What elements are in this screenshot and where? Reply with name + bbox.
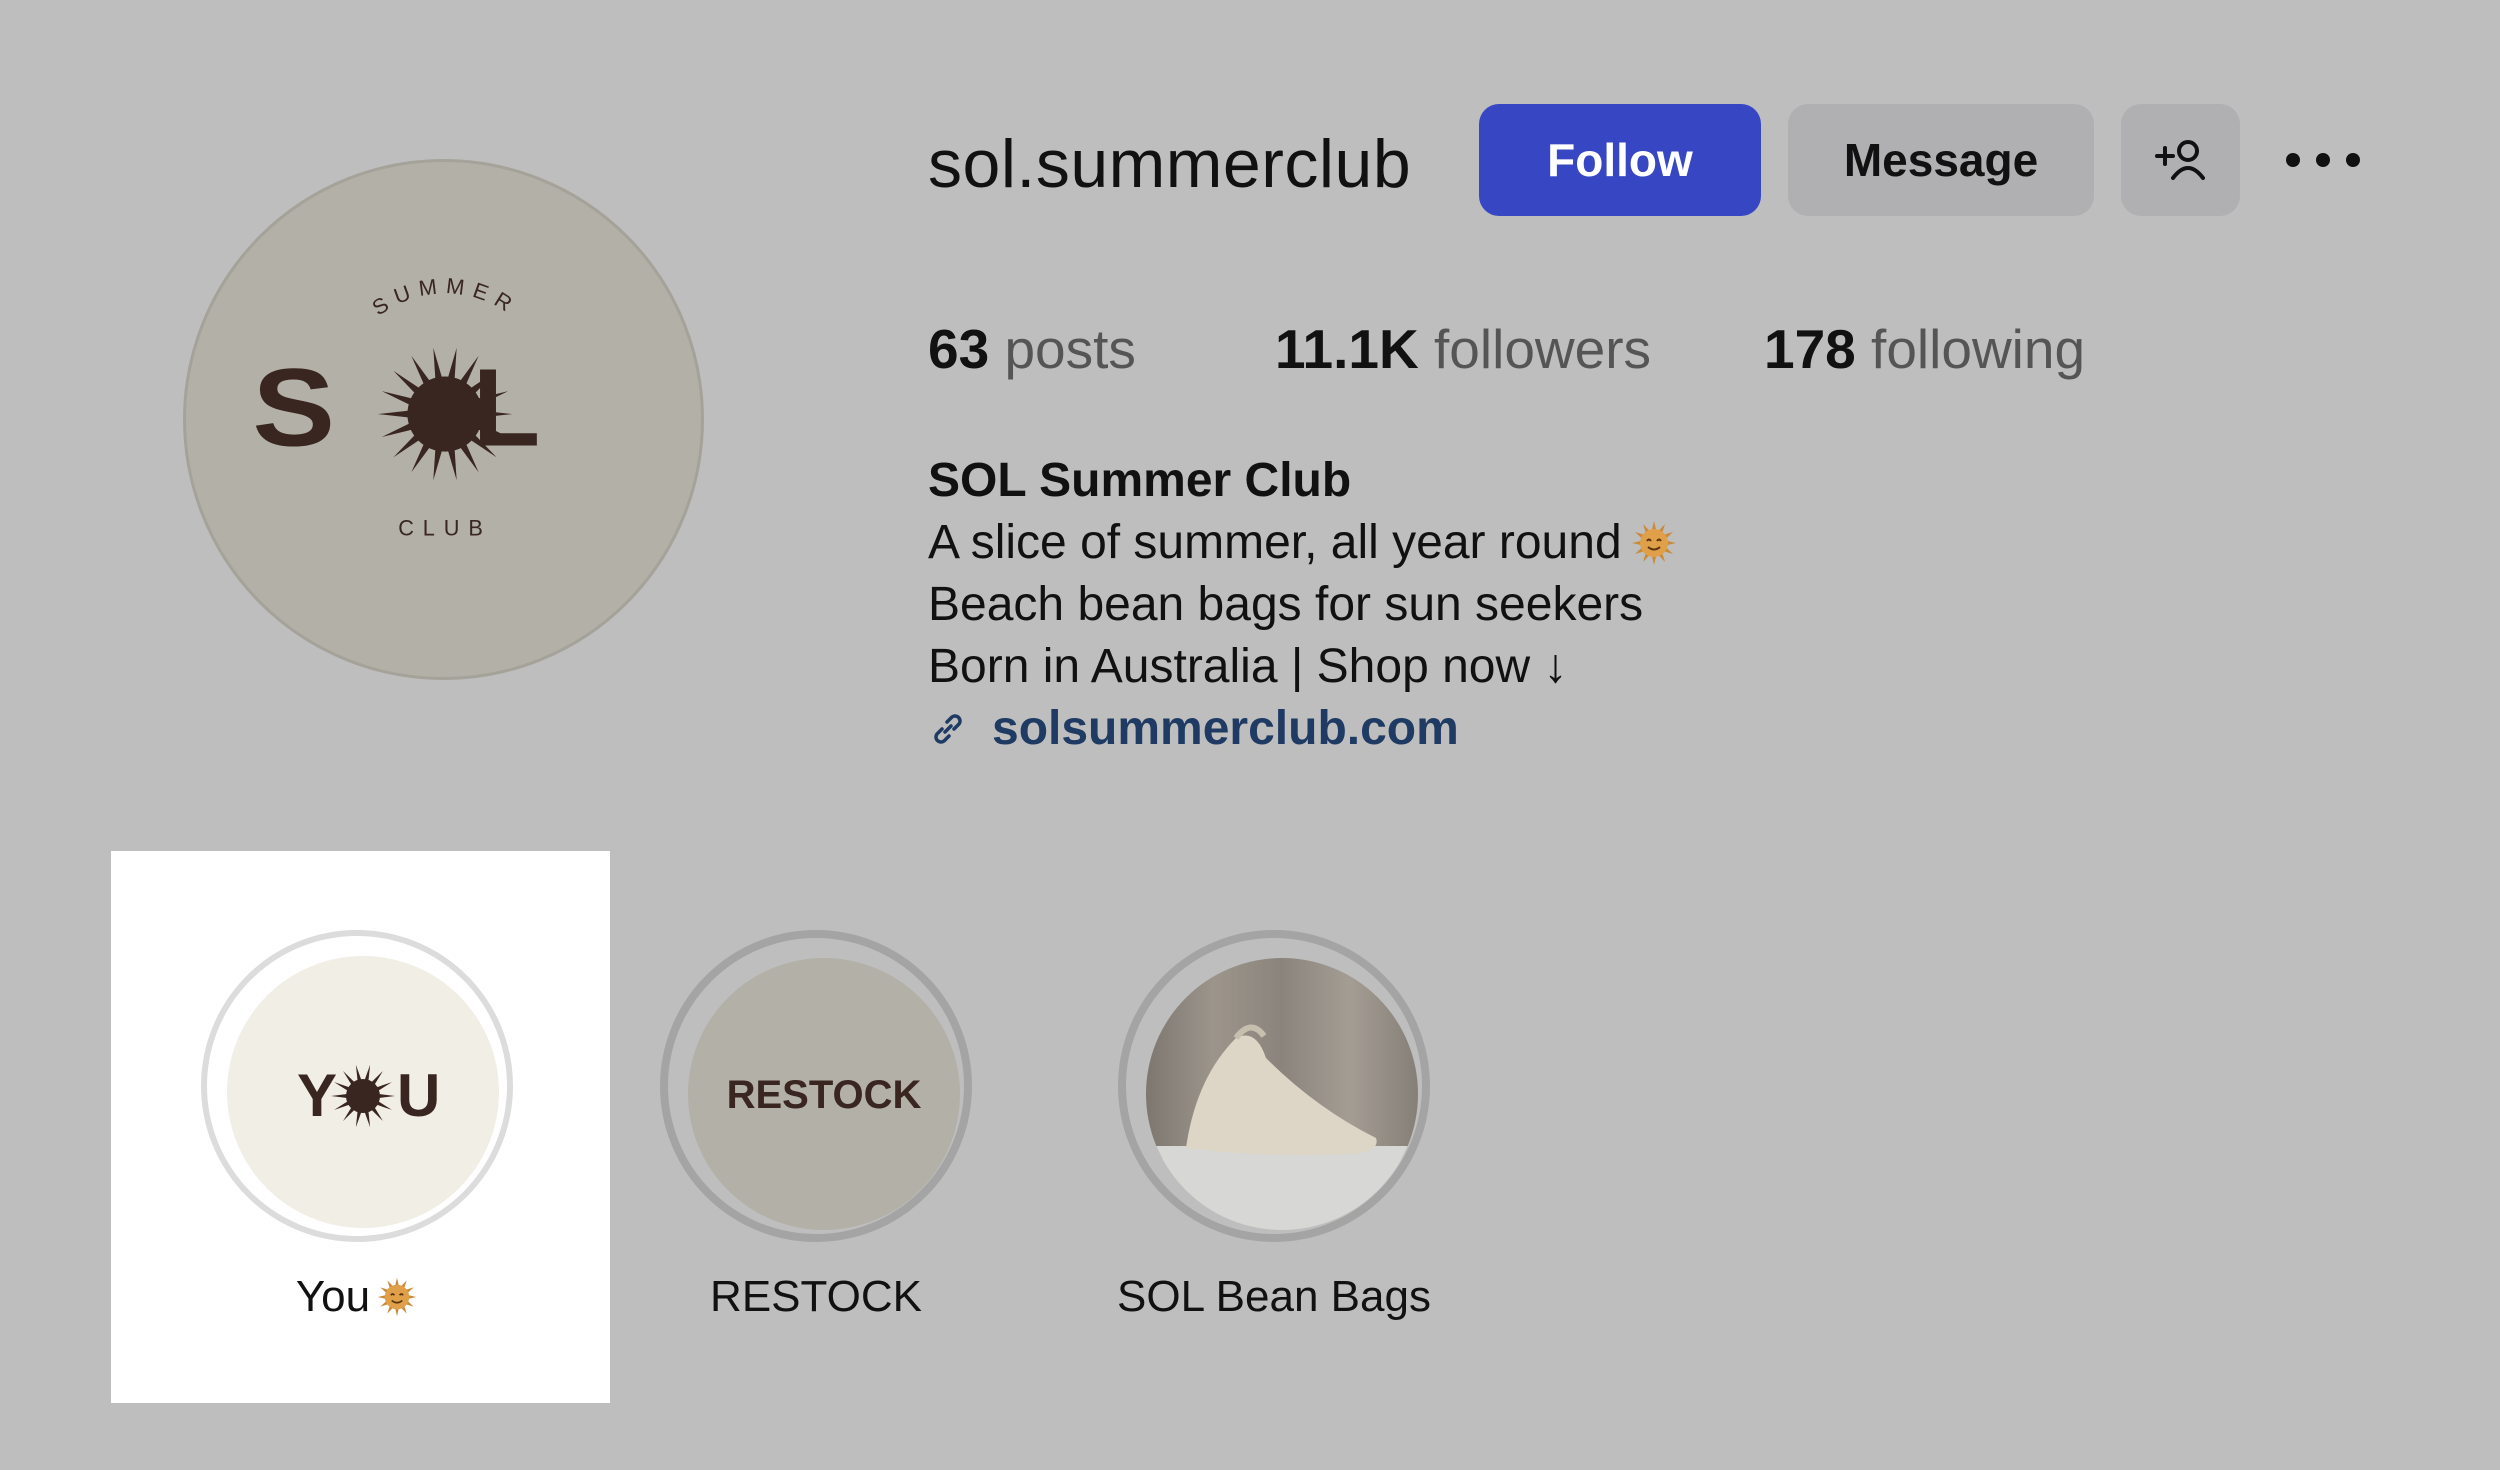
highlight-you-cover: Y U [227,956,499,1228]
message-button[interactable]: Message [1788,104,2094,216]
smiling-sun-emoji-icon [1631,521,1676,565]
followers-count-label: followers [1434,318,1652,380]
sol-summer-club-logo: SUMMER S L CLUB [252,273,541,541]
you-cover-graphic: Y U [227,956,499,1228]
svg-text:U: U [397,1062,440,1129]
highlight-sol-bean-bags-label: SOL Bean Bags [1117,1272,1431,1321]
svg-text:CLUB: CLUB [398,516,492,541]
bio-line-2: Beach bean bags for sun seekers [928,578,1644,631]
profile-avatar[interactable]: SUMMER S L CLUB [183,159,704,680]
highlight-you-label-text: You [295,1272,371,1321]
smiling-sun-emoji-icon [377,1277,417,1317]
bio-link-text: solsummerclub.com [992,702,1459,755]
follow-button[interactable]: Follow [1479,104,1761,216]
highlight-restock-label: RESTOCK [710,1272,922,1321]
posts-count-label: posts [1004,318,1136,380]
restock-cover-graphic: RESTOCK [688,958,960,1230]
highlight-sol-bean-bags-ring[interactable] [1118,930,1430,1242]
svg-text:L: L [473,347,541,470]
highlight-sol-bean-bags-cover [1146,958,1418,1230]
posts-count: 63 posts [928,317,1136,381]
highlight-you-ring[interactable]: Y U [201,930,513,1242]
followers-count-value: 11.1K [1275,318,1419,380]
highlight-restock-ring[interactable]: RESTOCK [660,930,972,1242]
more-horizontal-icon [2286,153,2360,167]
highlight-restock-cover: RESTOCK [688,958,960,1230]
bio-line-1-text: A slice of summer, all year round [928,516,1622,569]
following-count[interactable]: 178 following [1764,317,2085,381]
bean-bag-photo [1146,958,1418,1230]
person-add-icon [2154,140,2205,180]
bio-link[interactable]: solsummerclub.com [928,698,1678,760]
profile-bio: SOL Summer Club A slice of summer, all y… [928,450,1678,760]
highlight-restock[interactable]: RESTOCK RESTOCK [660,930,972,1321]
suggested-users-button[interactable] [2121,104,2240,216]
svg-text:SUMMER: SUMMER [368,273,524,320]
following-count-value: 178 [1764,318,1856,380]
followers-count[interactable]: 11.1K followers [1275,317,1651,381]
bio-line-1: A slice of summer, all year round [928,512,1678,574]
bio-name: SOL Summer Club [928,454,1352,507]
profile-username: sol.summerclub [928,126,1412,202]
bio-line-3: Born in Australia | Shop now ↓ [928,640,1568,693]
highlight-sol-bean-bags[interactable]: SOL Bean Bags [1117,930,1431,1321]
posts-count-value: 63 [928,318,990,380]
following-count-label: following [1871,318,2086,380]
highlight-you[interactable]: Y U You [201,930,513,1321]
svg-text:RESTOCK: RESTOCK [727,1073,922,1117]
svg-text:S: S [252,346,335,469]
more-options-button[interactable] [2270,104,2376,216]
highlight-you-label: You [141,1272,573,1322]
link-icon [934,714,962,744]
svg-text:Y: Y [297,1062,337,1129]
